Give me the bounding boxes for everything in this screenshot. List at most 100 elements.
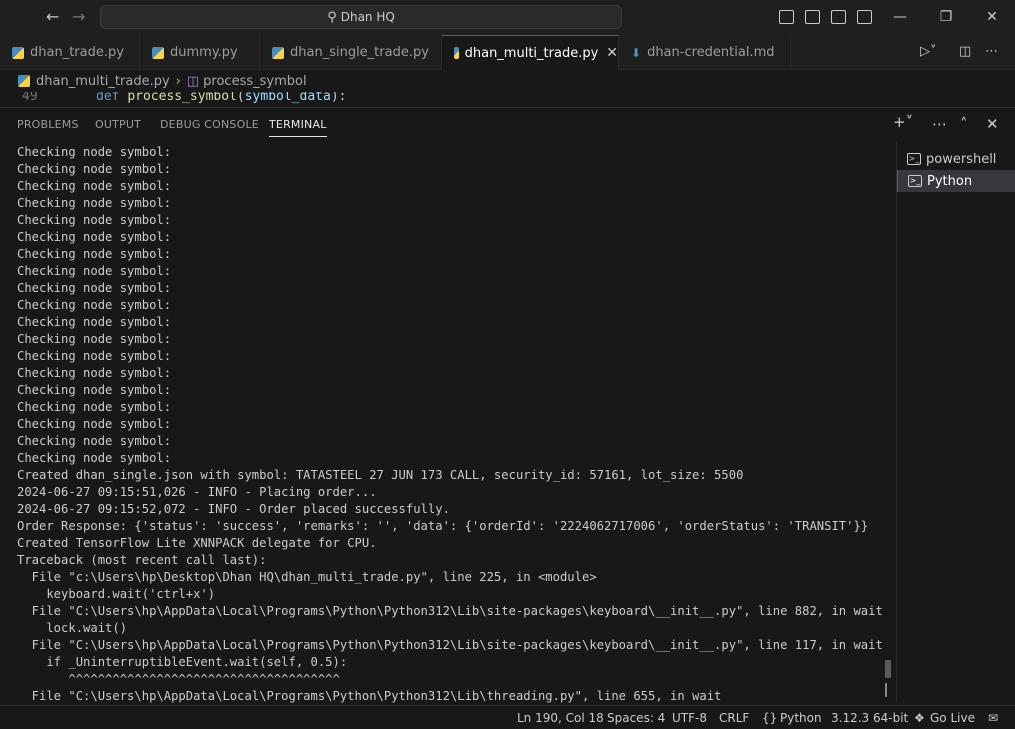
tab-dummy[interactable]: dummy.py (140, 35, 260, 70)
status-interpreter[interactable]: 3.12.3 64-bit (831, 711, 908, 725)
python-file-icon (272, 46, 284, 59)
terminal-line: Checking node symbol: (17, 247, 172, 261)
search-icon: ⚲ (327, 9, 337, 25)
terminal-item-python[interactable]: >_ Python (897, 170, 1015, 192)
toggle-primary-sidebar-icon[interactable] (779, 10, 794, 24)
status-language[interactable]: Python (780, 711, 822, 725)
terminal-line: keyboard.wait('ctrl+x') (17, 587, 216, 601)
python-file-icon (18, 75, 30, 87)
notifications-icon[interactable]: ✉ (988, 711, 998, 725)
python-file-icon (152, 46, 164, 59)
minimize-icon[interactable]: — (892, 9, 908, 25)
terminal-line: Order Response: {'status': 'success', 'r… (17, 519, 869, 533)
terminal-line: if _UninterruptibleEvent.wait(self, 0.5)… (17, 655, 348, 669)
status-indentation[interactable]: Spaces: 4 (607, 711, 665, 725)
tab-dhan-multi-trade[interactable]: dhan_multi_trade.py ✕ (442, 35, 619, 70)
close-panel-icon[interactable]: ✕ (986, 115, 999, 133)
code-param: symbol_data (244, 92, 331, 104)
terminal-line: Checking node symbol: (17, 264, 172, 278)
terminal-line: File "c:\Users\hp\Desktop\Dhan HQ\dhan_m… (17, 570, 597, 584)
tab-label: dhan_multi_trade.py (464, 45, 599, 61)
restore-icon[interactable]: ❐ (938, 9, 954, 25)
terminal-line: Checking node symbol: (17, 400, 172, 414)
tab-dhan-trade[interactable]: dhan_trade.py (0, 35, 140, 70)
terminal-line: Checking node symbol: (17, 162, 172, 176)
breadcrumb: dhan_multi_trade.py › ◫ process_symbol (0, 70, 1015, 92)
tab-terminal[interactable]: TERMINAL (269, 118, 327, 137)
terminal-line: File "C:\Users\hp\AppData\Local\Programs… (17, 604, 883, 618)
terminal-line: Checking node symbol: (17, 451, 172, 465)
terminal-line: lock.wait() (17, 621, 128, 635)
broadcast-icon: ❖ (914, 711, 925, 725)
more-actions-icon[interactable]: ⋯ (932, 115, 947, 133)
tab-debug-console[interactable]: DEBUG CONSOLE (160, 118, 259, 131)
terminal-line: ^^^^^^^^^^^^^^^^^^^^^^^^^^^^^^^^^^^^^ (17, 672, 340, 686)
terminal-line: 2024-06-27 09:15:52,072 - INFO - Order p… (17, 502, 450, 516)
editor-peek: 49 def process_symbol(symbol_data): (0, 92, 1015, 106)
status-go-live[interactable]: Go Live (930, 711, 975, 725)
terminal-line: Created TensorFlow Lite XNNPACK delegate… (17, 536, 377, 550)
new-terminal-icon[interactable]: +˅ (893, 113, 913, 131)
breadcrumb-file[interactable]: dhan_multi_trade.py (36, 74, 170, 89)
scrollbar-thumb[interactable] (885, 660, 891, 678)
terminal-line: Checking node symbol: (17, 179, 172, 193)
panel-tabs: PROBLEMS OUTPUT DEBUG CONSOLE TERMINAL +… (0, 108, 1015, 142)
terminal-icon: >_ (907, 153, 921, 165)
terminal-line: Checking node symbol: (17, 417, 172, 431)
run-icon[interactable]: ▷˅ (920, 44, 937, 59)
terminal-line: Checking node symbol: (17, 315, 172, 329)
terminal-line: Checking node symbol: (17, 434, 172, 448)
terminal-line: Created dhan_single.json with symbol: TA… (17, 468, 744, 482)
terminal-item-label: powershell (926, 151, 997, 167)
more-actions-icon[interactable]: ⋯ (985, 44, 998, 59)
code-function: process_symbol (127, 92, 237, 104)
terminal-icon: >_ (908, 175, 922, 187)
terminal-item-label: Python (927, 173, 973, 189)
status-encoding[interactable]: UTF-8 (672, 711, 707, 725)
terminal-item-powershell[interactable]: >_ powershell (897, 148, 1015, 170)
python-file-icon (12, 46, 24, 59)
back-arrow-icon[interactable]: ← (46, 8, 59, 26)
toggle-secondary-sidebar-icon[interactable] (831, 10, 846, 24)
terminal-line: Checking node symbol: (17, 213, 172, 227)
editor-tab-bar: dhan_trade.py dummy.py dhan_single_trade… (0, 35, 1015, 70)
method-symbol-icon: ◫ (186, 73, 200, 89)
terminal-line: Checking node symbol: (17, 383, 172, 397)
code-line: def process_symbol(symbol_data): (96, 92, 346, 104)
toggle-panel-icon[interactable] (805, 10, 820, 24)
markdown-file-icon: ⬇ (631, 45, 642, 60)
tab-dhan-credential[interactable]: ⬇ dhan-credential.md (619, 35, 791, 70)
title-bar: ← → ⚲ Dhan HQ — ❐ ✕ (0, 0, 1015, 35)
tab-output[interactable]: OUTPUT (95, 118, 141, 131)
terminal-line: Checking node symbol: (17, 230, 172, 244)
terminal-scrollbar[interactable] (884, 144, 892, 704)
terminal-line: Checking node symbol: (17, 281, 172, 295)
terminal-list: >_ powershell >_ Python (896, 142, 1015, 702)
terminal-output[interactable]: Checking node symbol: Checking node symbo… (17, 144, 887, 704)
bottom-panel: PROBLEMS OUTPUT DEBUG CONSOLE TERMINAL +… (0, 107, 1015, 705)
tab-problems[interactable]: PROBLEMS (17, 118, 79, 131)
forward-arrow-icon[interactable]: → (72, 8, 85, 26)
close-window-icon[interactable]: ✕ (984, 9, 1000, 25)
status-bar: Ln 190, Col 18 Spaces: 4 UTF-8 CRLF {} P… (0, 705, 1015, 729)
breadcrumb-symbol[interactable]: process_symbol (203, 74, 306, 89)
maximize-panel-icon[interactable]: ˄ (960, 115, 968, 133)
terminal-line: Checking node symbol: (17, 366, 172, 380)
close-tab-icon[interactable]: ✕ (606, 45, 618, 61)
tab-label: dummy.py (170, 45, 238, 60)
status-eol[interactable]: CRLF (719, 711, 749, 725)
customize-layout-icon[interactable] (857, 10, 872, 24)
terminal-line: Checking node symbol: (17, 145, 172, 159)
code-keyword: def (96, 92, 120, 104)
search-label: Dhan HQ (340, 10, 395, 24)
terminal-line: Checking node symbol: (17, 298, 172, 312)
split-editor-icon[interactable]: ◫ (959, 44, 971, 59)
command-center-search[interactable]: ⚲ Dhan HQ (100, 5, 622, 29)
tab-label: dhan_trade.py (30, 45, 124, 60)
status-cursor-position[interactable]: Ln 190, Col 18 (517, 711, 604, 725)
tab-label: dhan-credential.md (647, 45, 775, 60)
terminal-line: Traceback (most recent call last): (17, 553, 267, 567)
terminal-line: Checking node symbol: (17, 332, 172, 346)
python-file-icon (454, 47, 459, 59)
tab-dhan-single-trade[interactable]: dhan_single_trade.py (260, 35, 442, 70)
